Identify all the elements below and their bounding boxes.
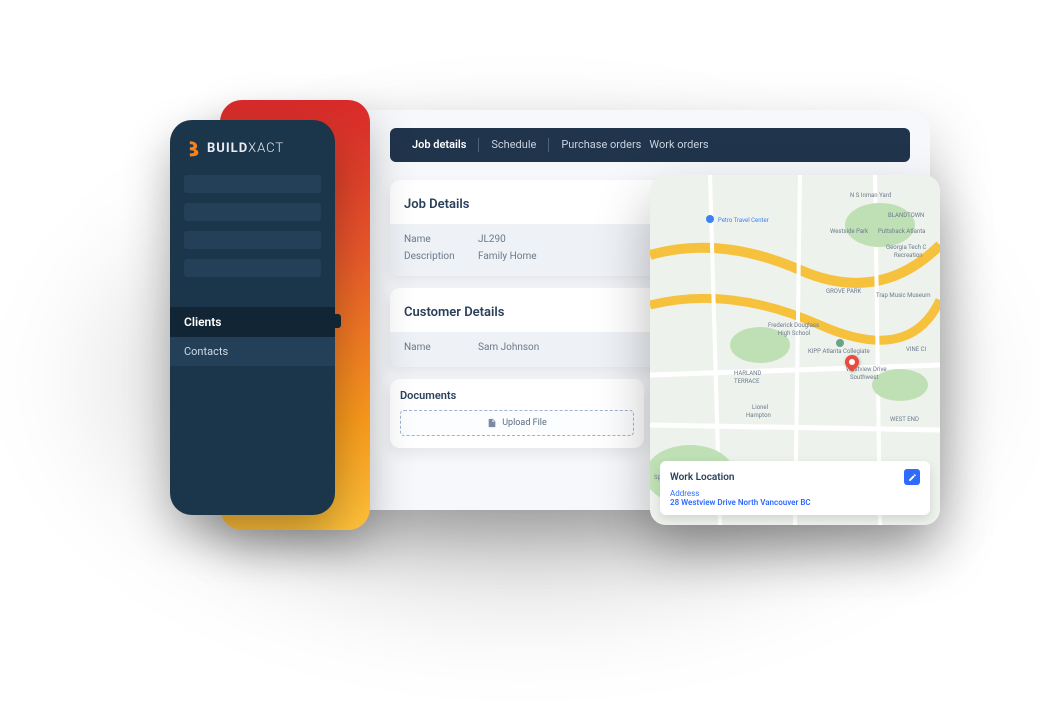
- edit-work-location-button[interactable]: [904, 469, 920, 485]
- svg-text:Georgia Tech C: Georgia Tech C: [886, 244, 927, 251]
- svg-text:Lionel: Lionel: [752, 404, 768, 411]
- work-location-panel: Work Location Address 28 Westview Drive …: [660, 461, 930, 515]
- svg-text:High School: High School: [778, 330, 810, 337]
- work-location-title: Work Location: [670, 472, 735, 483]
- nav-item-placeholder: [184, 231, 321, 249]
- brand-text: BUILDXACT: [207, 141, 284, 156]
- nav-placeholder: [170, 175, 335, 277]
- svg-text:Southwest: Southwest: [850, 374, 878, 381]
- svg-text:Petro Travel Center: Petro Travel Center: [718, 217, 769, 224]
- customer-name-label: Name: [404, 342, 462, 353]
- job-desc-value: Family Home: [478, 251, 537, 262]
- upload-file-button[interactable]: Upload File: [400, 410, 634, 436]
- address-label: Address: [670, 489, 920, 498]
- nav-item-placeholder: [184, 259, 321, 277]
- customer-name-value: Sam Johnson: [478, 342, 539, 353]
- svg-text:Hampton: Hampton: [746, 412, 771, 419]
- svg-text:KIPP Atlanta Collegiate: KIPP Atlanta Collegiate: [808, 348, 870, 355]
- job-name-label: Name: [404, 234, 462, 245]
- tab-job-details[interactable]: Job details: [400, 136, 478, 154]
- tab-bar: Job details Schedule Purchase orders Wor…: [390, 128, 910, 162]
- tab-schedule[interactable]: Schedule: [479, 136, 548, 154]
- svg-text:VINE CI: VINE CI: [906, 346, 927, 353]
- map-card: N S Inman Yard BLANDTOWN Petro Travel Ce…: [650, 175, 940, 525]
- job-details-title: Job Details: [404, 197, 469, 212]
- customer-details-title: Customer Details: [404, 305, 504, 320]
- pencil-icon: [908, 473, 917, 482]
- job-desc-label: Description: [404, 251, 462, 262]
- svg-text:WEST END: WEST END: [890, 416, 919, 423]
- documents-title: Documents: [400, 389, 634, 402]
- file-icon: [487, 418, 497, 428]
- brand-logo: BUILDXACT: [170, 136, 335, 175]
- tab-purchase-orders[interactable]: Purchase orders: [549, 136, 645, 154]
- svg-text:Westside Park: Westside Park: [830, 228, 869, 235]
- svg-text:N S Inman Yard: N S Inman Yard: [850, 192, 891, 199]
- nav-item-placeholder: [184, 175, 321, 193]
- svg-text:Frederick Douglass: Frederick Douglass: [768, 322, 819, 329]
- svg-text:HARLAND: HARLAND: [734, 370, 761, 377]
- svg-text:GROVE PARK: GROVE PARK: [826, 288, 862, 295]
- job-name-value: JL290: [478, 234, 506, 245]
- svg-text:Trap Music Museum: Trap Music Museum: [876, 292, 931, 299]
- sidebar-item-contacts[interactable]: Contacts: [170, 337, 335, 366]
- nav-item-placeholder: [184, 203, 321, 221]
- address-value[interactable]: 28 Westview Drive North Vancouver BC: [670, 498, 920, 507]
- svg-text:TERRACE: TERRACE: [734, 378, 760, 385]
- upload-file-label: Upload File: [502, 418, 547, 428]
- sidebar: BUILDXACT Clients Contacts: [170, 120, 335, 515]
- brand-icon: [186, 140, 201, 157]
- tab-work-orders[interactable]: Work orders: [645, 136, 720, 154]
- sidebar-item-clients[interactable]: Clients: [170, 307, 335, 337]
- svg-text:Recreation: Recreation: [894, 252, 923, 259]
- svg-text:BLANDTOWN: BLANDTOWN: [888, 212, 924, 219]
- svg-text:Puttshack Atlanta: Puttshack Atlanta: [878, 228, 925, 235]
- documents-card: Documents Upload File: [390, 379, 644, 448]
